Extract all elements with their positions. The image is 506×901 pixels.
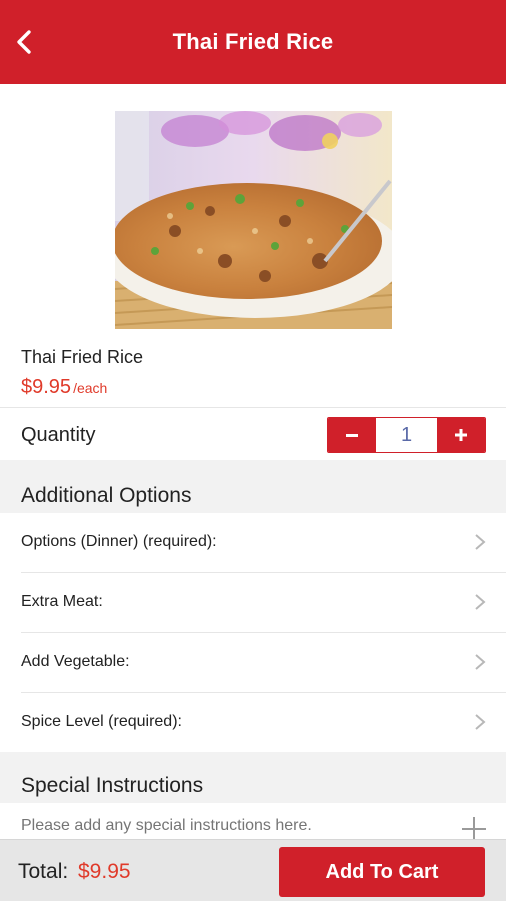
add-to-cart-button[interactable]: Add To Cart <box>279 847 485 897</box>
quantity-stepper: 1 <box>327 417 486 453</box>
add-instruction-icon[interactable] <box>462 817 486 841</box>
plus-icon <box>455 429 467 441</box>
special-instructions-row <box>0 803 506 841</box>
total-label: Total: <box>18 860 69 883</box>
option-row-spice-level[interactable]: Spice Level (required): <box>0 693 506 752</box>
price-amount: $9.95 <box>21 376 72 398</box>
additional-options-title: Additional Options <box>21 484 192 507</box>
increment-button[interactable] <box>437 418 485 452</box>
special-instructions-title: Special Instructions <box>21 774 204 797</box>
option-label: Add Vegetable: <box>21 653 130 670</box>
chevron-right-icon <box>475 714 486 730</box>
option-label: Extra Meat: <box>21 593 103 610</box>
dish-price: $9.95/each <box>21 376 107 399</box>
top-bar: Thai Fried Rice <box>0 0 506 84</box>
minus-icon <box>346 434 358 437</box>
chevron-right-icon <box>475 594 486 610</box>
option-row-dinner[interactable]: Options (Dinner) (required): <box>0 513 506 572</box>
page-title: Thai Fried Rice <box>172 29 334 54</box>
option-row-add-vegetable[interactable]: Add Vegetable: <box>0 633 506 692</box>
quantity-label: Quantity <box>21 424 96 446</box>
option-label: Spice Level (required): <box>21 713 182 730</box>
price-unit: /each <box>73 380 108 396</box>
quantity-row: Quantity 1 <box>0 407 506 461</box>
dish-name: Thai Fried Rice <box>21 347 144 367</box>
chevron-left-icon <box>17 30 31 54</box>
checkout-bar: Total: $9.95 Add To Cart <box>0 839 506 901</box>
back-button[interactable] <box>8 26 40 58</box>
option-label: Options (Dinner) (required): <box>21 533 217 550</box>
chevron-right-icon <box>475 654 486 670</box>
quantity-value[interactable]: 1 <box>376 418 437 452</box>
dish-photo <box>115 111 392 329</box>
total-value: $9.95 <box>78 860 131 883</box>
special-instructions-input[interactable] <box>21 817 441 835</box>
option-row-extra-meat[interactable]: Extra Meat: <box>0 573 506 632</box>
decrement-button[interactable] <box>328 418 376 452</box>
special-instructions-header: Special Instructions <box>0 752 506 803</box>
additional-options-header: Additional Options <box>0 460 506 513</box>
chevron-right-icon <box>475 534 486 550</box>
